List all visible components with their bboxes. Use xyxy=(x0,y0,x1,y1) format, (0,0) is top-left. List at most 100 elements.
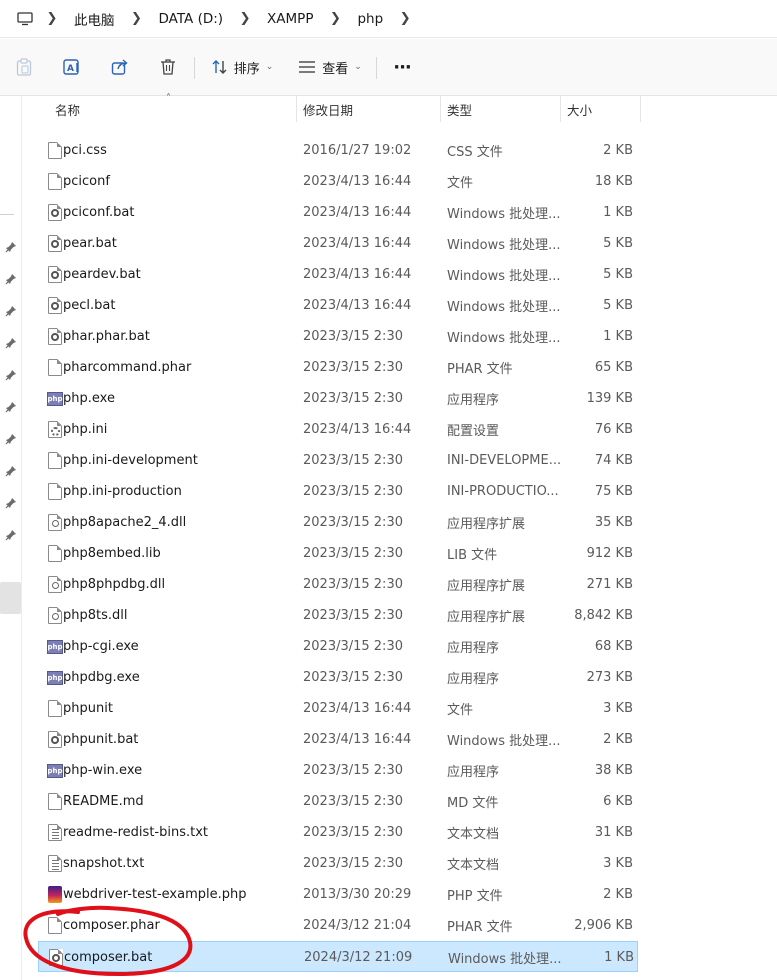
chevron-right-icon[interactable]: ❯ xyxy=(123,11,151,26)
list-item[interactable]: php phpdbg.exe 2023/3/15 2:30 应用程序 273 KB xyxy=(38,662,638,693)
file-icon xyxy=(46,135,64,166)
file-date: 2023/3/15 2:30 xyxy=(303,825,403,840)
file-size: 3 KB xyxy=(603,856,633,871)
file-name: php8ts.dll xyxy=(63,608,128,623)
dll-file-icon xyxy=(46,600,64,631)
pin-icon[interactable] xyxy=(5,497,17,509)
pin-icon[interactable] xyxy=(5,529,17,541)
delete-button[interactable] xyxy=(156,51,180,83)
list-item[interactable]: readme-redist-bins.txt 2023/3/15 2:30 文本文档… xyxy=(38,817,638,848)
list-item[interactable]: composer.bat 2024/3/12 21:09 Windows 批处理..… xyxy=(38,941,638,972)
list-item[interactable]: pciconf.bat 2023/4/13 16:44 Windows 批处理...… xyxy=(38,197,638,228)
list-item[interactable]: php php-cgi.exe 2023/3/15 2:30 应用程序 68 KB xyxy=(38,631,638,662)
file-name: php8phpdbg.dll xyxy=(63,577,166,592)
file-size: 5 KB xyxy=(603,267,633,282)
file-date: 2016/1/27 19:02 xyxy=(303,143,412,158)
list-item[interactable]: php.ini-development 2023/3/15 2:30 INI-DEV… xyxy=(38,445,638,476)
breadcrumb-item-data-drive[interactable]: DATA (D:) xyxy=(151,0,232,38)
breadcrumb-item-xampp[interactable]: XAMPP xyxy=(259,0,321,38)
list-item[interactable]: phpunit 2023/4/13 16:44 文件 3 KB xyxy=(38,693,638,724)
pin-icon[interactable] xyxy=(5,337,17,349)
list-item[interactable]: php8apache2_4.dll 2023/3/15 2:30 应用程序扩展 35 … xyxy=(38,507,638,538)
navigation-pane[interactable] xyxy=(0,96,22,980)
navigation-scrollbar-thumb[interactable] xyxy=(0,582,21,614)
column-size[interactable]: 大小 xyxy=(567,96,637,122)
file-date: 2023/4/13 16:44 xyxy=(303,422,412,437)
share-button[interactable] xyxy=(108,51,132,83)
breadcrumb-item-php[interactable]: php xyxy=(349,0,391,38)
list-item[interactable]: pharcommand.phar 2023/3/15 2:30 PHAR 文件 65 … xyxy=(38,352,638,383)
chevron-right-icon[interactable]: ❯ xyxy=(391,11,419,26)
php-file-icon xyxy=(46,879,64,910)
file-name: phpunit.bat xyxy=(63,732,139,747)
list-item[interactable]: phpunit.bat 2023/4/13 16:44 Windows 批处理...… xyxy=(38,724,638,755)
paste-button[interactable] xyxy=(12,51,36,83)
file-date: 2023/3/15 2:30 xyxy=(303,360,403,375)
file-type: 应用程序 xyxy=(447,393,500,408)
list-item[interactable] xyxy=(38,122,638,135)
file-name: pear.bat xyxy=(63,236,117,251)
file-name: php.ini-development xyxy=(63,453,198,468)
list-item[interactable]: php.ini-production 2023/3/15 2:30 INI-PROD… xyxy=(38,476,638,507)
list-item[interactable]: README.md 2023/3/15 2:30 MD 文件 6 KB xyxy=(38,786,638,817)
column-type[interactable]: 类型 xyxy=(447,96,557,122)
rename-button[interactable]: A xyxy=(60,51,84,83)
file-size: 3 KB xyxy=(603,701,633,716)
pin-icon[interactable] xyxy=(5,273,17,285)
chevron-right-icon[interactable]: ❯ xyxy=(38,11,66,26)
text-file-icon xyxy=(46,817,64,848)
file-type: 文本文档 xyxy=(447,827,500,842)
chevron-right-icon[interactable]: ❯ xyxy=(231,11,259,26)
list-item[interactable]: webdriver-test-example.php 2013/3/30 20:2… xyxy=(38,879,638,910)
file-size: 912 KB xyxy=(586,546,633,561)
list-item[interactable]: pci.css 2016/1/27 19:02 CSS 文件 2 KB xyxy=(38,135,638,166)
file-date: 2023/3/15 2:30 xyxy=(303,794,403,809)
file-name: php-cgi.exe xyxy=(63,639,139,654)
list-item[interactable]: peardev.bat 2023/4/13 16:44 Windows 批处理...… xyxy=(38,259,638,290)
file-size: 5 KB xyxy=(603,236,633,251)
pin-icon[interactable] xyxy=(5,241,17,253)
batch-file-icon xyxy=(46,724,64,755)
list-item[interactable]: composer.phar 2024/3/12 21:04 PHAR 文件 2,906… xyxy=(38,910,638,941)
more-options-button[interactable]: ··· xyxy=(388,51,416,83)
file-size: 271 KB xyxy=(586,577,633,592)
list-item[interactable]: php8phpdbg.dll 2023/3/15 2:30 应用程序扩展 271 KB xyxy=(38,569,638,600)
pin-icon[interactable] xyxy=(5,401,17,413)
php-exe-icon: php xyxy=(46,755,64,786)
pin-icon[interactable] xyxy=(5,305,17,317)
address-bar[interactable]: ❯ 此电脑 ❯ DATA (D:) ❯ XAMPP ❯ php ❯ xyxy=(0,0,777,38)
chevron-right-icon[interactable]: ❯ xyxy=(321,11,349,26)
file-type: 应用程序扩展 xyxy=(447,610,526,625)
file-size: 38 KB xyxy=(594,763,633,778)
list-item[interactable]: pciconf 2023/4/13 16:44 文件 18 KB xyxy=(38,166,638,197)
view-button[interactable]: 查看 ⌄ xyxy=(296,51,364,83)
file-size: 75 KB xyxy=(594,484,633,499)
list-item[interactable]: pecl.bat 2023/4/13 16:44 Windows 批处理... 5 K… xyxy=(38,290,638,321)
list-item[interactable]: snapshot.txt 2023/3/15 2:30 文本文档 3 KB xyxy=(38,848,638,879)
file-size: 74 KB xyxy=(594,453,633,468)
breadcrumb-item-this-pc[interactable]: 此电脑 xyxy=(66,0,123,38)
list-item[interactable]: phar.phar.bat 2023/3/15 2:30 Windows 批处理..… xyxy=(38,321,638,352)
list-item[interactable]: php8embed.lib 2023/3/15 2:30 LIB 文件 912 KB xyxy=(38,538,638,569)
pin-icon[interactable] xyxy=(5,465,17,477)
list-item[interactable]: php8ts.dll 2023/3/15 2:30 应用程序扩展 8,842 KB xyxy=(38,600,638,631)
pin-icon[interactable] xyxy=(5,369,17,381)
file-name: readme-redist-bins.txt xyxy=(63,825,209,840)
clipboard-icon xyxy=(16,58,32,76)
file-date: 2013/3/30 20:29 xyxy=(303,887,412,902)
dll-file-icon xyxy=(46,507,64,538)
file-size: 2 KB xyxy=(603,887,633,902)
computer-icon[interactable] xyxy=(12,0,38,38)
list-item[interactable]: pear.bat 2023/4/13 16:44 Windows 批处理... 5 K… xyxy=(38,228,638,259)
file-name: phar.phar.bat xyxy=(63,329,150,344)
file-date: 2023/4/13 16:44 xyxy=(303,205,412,220)
file-name: composer.phar xyxy=(63,918,160,933)
list-item[interactable]: php php-win.exe 2023/3/15 2:30 应用程序 38 KB xyxy=(38,755,638,786)
pin-icon[interactable] xyxy=(5,433,17,445)
column-name[interactable]: 名称 xyxy=(55,96,295,122)
column-date-modified[interactable]: 修改日期 xyxy=(303,96,443,122)
file-size: 1 KB xyxy=(603,205,633,220)
sort-button[interactable]: 排序 ⌄ xyxy=(208,51,276,83)
list-item[interactable]: php php.exe 2023/3/15 2:30 应用程序 139 KB xyxy=(38,383,638,414)
list-item[interactable]: php.ini 2023/4/13 16:44 配置设置 76 KB xyxy=(38,414,638,445)
